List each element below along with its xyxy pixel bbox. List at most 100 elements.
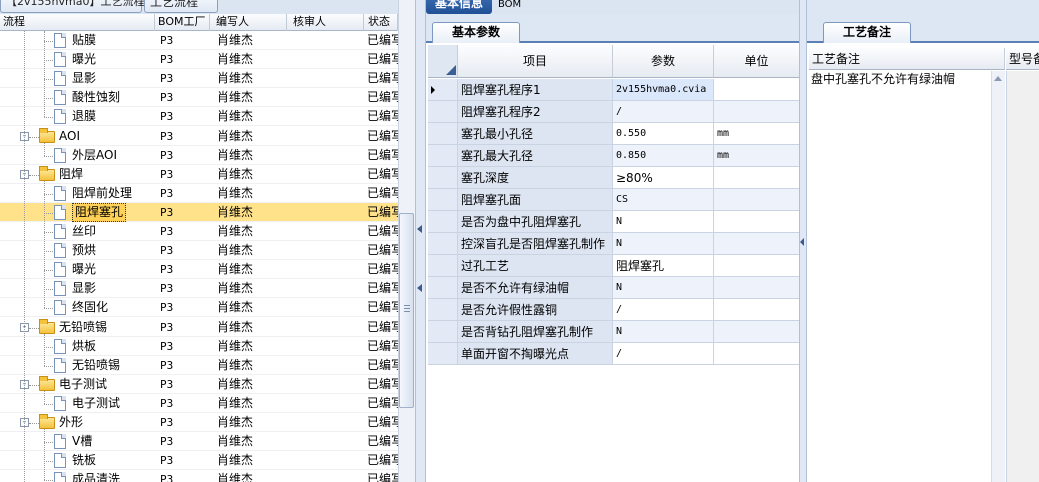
param-value-cell[interactable]: 0.550 (613, 123, 714, 145)
tree-node[interactable]: 酸性蚀刻 P3 肖维杰 已编写 (0, 88, 398, 107)
param-value-cell[interactable]: CS (613, 189, 714, 211)
param-unit-cell[interactable] (714, 299, 800, 321)
tree-node[interactable]: 烘板 P3 肖维杰 已编写 (0, 337, 398, 356)
tree-node[interactable]: 曝光 P3 肖维杰 已编写 (0, 260, 398, 279)
tree-node[interactable]: 退膜 P3 肖维杰 已编写 (0, 107, 398, 126)
grid-header-item[interactable]: 项目 (458, 45, 613, 78)
param-unit-cell[interactable] (714, 211, 800, 233)
param-unit-cell[interactable] (714, 233, 800, 255)
param-value-cell[interactable]: 0.850 (613, 145, 714, 167)
tree-node[interactable]: 贴膜 P3 肖维杰 已编写 (0, 31, 398, 50)
tree-node[interactable]: 丝印 P3 肖维杰 已编写 (0, 222, 398, 241)
grid-row[interactable]: 阻焊塞孔程序1 2v155hvma0.cvia (428, 79, 800, 101)
tree-node[interactable]: 预烘 P3 肖维杰 已编写 (0, 241, 398, 260)
note-column-header[interactable]: 工艺备注 (809, 48, 1005, 70)
row-indicator[interactable] (428, 123, 458, 145)
scroll-up-icon[interactable] (994, 76, 1002, 81)
tree-node[interactable]: 阻焊塞孔 P3 肖维杰 已编写 (0, 203, 398, 222)
tree-node[interactable]: 阻焊前处理 P3 肖维杰 已编写 (0, 184, 398, 203)
param-value-cell[interactable]: N (613, 321, 714, 343)
col-header-bom[interactable]: BOM工厂 (155, 14, 210, 31)
grid-row[interactable]: 是否允许假性露铜 / (428, 299, 800, 321)
row-indicator[interactable] (428, 101, 458, 123)
grid-row[interactable]: 阻焊塞孔面 CS (428, 189, 800, 211)
tree-scrollbar-thumb[interactable] (399, 213, 414, 408)
tree-node[interactable]: 无铅喷锡 P3 肖维杰 已编写 (0, 356, 398, 375)
col-header-writer[interactable]: 编写人 (210, 14, 287, 31)
tree-node[interactable]: 铣板 P3 肖维杰 已编写 (0, 451, 398, 470)
col-header-status[interactable]: 状态 (364, 14, 398, 31)
right-splitter[interactable] (799, 0, 807, 482)
left-splitter[interactable] (415, 0, 426, 482)
tree-node[interactable]: 显影 P3 肖维杰 已编写 (0, 69, 398, 88)
tab-process-flow[interactable]: 工艺流程 (144, 0, 218, 13)
row-indicator[interactable] (428, 189, 458, 211)
param-unit-cell[interactable] (714, 255, 800, 277)
tree-node-group[interactable]: - 无铅喷锡 P3 肖维杰 已编写 (0, 318, 398, 337)
tab-basic-info[interactable]: 基本信息 (426, 0, 492, 14)
tree-node-group[interactable]: - 外形 P3 肖维杰 已编写 (0, 413, 398, 432)
param-value-cell[interactable]: 阻焊塞孔 (613, 255, 714, 277)
row-indicator[interactable] (428, 233, 458, 255)
grid-header-unit[interactable]: 单位 (714, 45, 800, 78)
param-value-cell[interactable]: / (613, 101, 714, 123)
row-indicator[interactable] (428, 79, 458, 101)
grid-row[interactable]: 是否不允许有绿油帽 N (428, 277, 800, 299)
model-note-column-header[interactable]: 型号备注 (1006, 48, 1039, 70)
tab-bom[interactable]: BOM (498, 0, 532, 14)
param-value-cell[interactable]: N (613, 277, 714, 299)
param-unit-cell[interactable] (714, 101, 800, 123)
col-header-reviewer[interactable]: 核审人 (287, 14, 364, 31)
grid-row[interactable]: 塞孔深度 ≥80% (428, 167, 800, 189)
param-value-cell[interactable]: 2v155hvma0.cvia (613, 79, 714, 101)
grid-row[interactable]: 是否背钻孔阻焊塞孔制作 N (428, 321, 800, 343)
tab-process-title[interactable]: 【2v155hvma0】工艺流程 (0, 0, 144, 13)
grid-header-param[interactable]: 参数 (613, 45, 714, 78)
param-unit-cell[interactable] (714, 79, 800, 101)
row-indicator[interactable] (428, 167, 458, 189)
tree-node[interactable]: 成品清洗 P3 肖维杰 已编写 (0, 470, 398, 482)
row-indicator[interactable] (428, 299, 458, 321)
param-unit-cell[interactable] (714, 343, 800, 365)
param-value-cell[interactable]: N (613, 233, 714, 255)
row-indicator[interactable] (428, 145, 458, 167)
grid-row[interactable]: 阻焊塞孔程序2/ (428, 101, 800, 123)
tree-node[interactable]: 电子测试 P3 肖维杰 已编写 (0, 394, 398, 413)
process-note-text[interactable]: 盘中孔塞孔不允许有绿油帽 (811, 71, 995, 87)
param-value-cell[interactable]: N (613, 211, 714, 233)
param-value-cell[interactable]: ≥80% (613, 167, 714, 189)
grid-row[interactable]: 塞孔最大孔径 0.850 mm (428, 145, 800, 167)
param-value-cell[interactable]: / (613, 299, 714, 321)
collapse-mid-icon[interactable] (800, 238, 804, 246)
row-indicator[interactable] (428, 321, 458, 343)
grid-row[interactable]: 单面开窗不掏曝光点 / (428, 343, 800, 365)
tree-node[interactable]: V槽 P3 肖维杰 已编写 (0, 432, 398, 451)
tree-node[interactable]: 外层AOI P3 肖维杰 已编写 (0, 146, 398, 165)
tree-node[interactable]: 终固化 P3 肖维杰 已编写 (0, 298, 398, 317)
grid-row[interactable]: 控深盲孔是否阻焊塞孔制作 N (428, 233, 800, 255)
collapse-left-icon[interactable] (417, 284, 422, 292)
tab-basic-params[interactable]: 基本参数 (432, 22, 520, 43)
tree-node-group[interactable]: - 电子测试 P3 肖维杰 已编写 (0, 375, 398, 394)
grid-row[interactable]: 塞孔最小孔径 0.550 mm (428, 123, 800, 145)
note-scrollbar[interactable] (991, 71, 1005, 482)
param-unit-cell[interactable]: mm (714, 123, 800, 145)
tab-process-note[interactable]: 工艺备注 (823, 22, 911, 43)
row-indicator[interactable] (428, 211, 458, 233)
param-unit-cell[interactable] (714, 189, 800, 211)
tree-node[interactable]: 曝光 P3 肖维杰 已编写 (0, 50, 398, 69)
collapse-left-icon[interactable] (417, 225, 422, 233)
row-indicator[interactable] (428, 277, 458, 299)
grid-row[interactable]: 是否为盘中孔阻焊塞孔 N (428, 211, 800, 233)
tree-node-group[interactable]: - 阻焊 P3 肖维杰 已编写 (0, 165, 398, 184)
param-value-cell[interactable]: / (613, 343, 714, 365)
row-indicator[interactable] (428, 343, 458, 365)
grid-row[interactable]: 过孔工艺 阻焊塞孔 (428, 255, 800, 277)
col-header-flow[interactable]: 流程 (0, 14, 155, 31)
param-unit-cell[interactable]: mm (714, 145, 800, 167)
tree-node[interactable]: 显影 P3 肖维杰 已编写 (0, 279, 398, 298)
tree-node-group[interactable]: - AOI P3 肖维杰 已编写 (0, 127, 398, 146)
row-indicator[interactable] (428, 255, 458, 277)
param-unit-cell[interactable] (714, 321, 800, 343)
param-unit-cell[interactable] (714, 277, 800, 299)
